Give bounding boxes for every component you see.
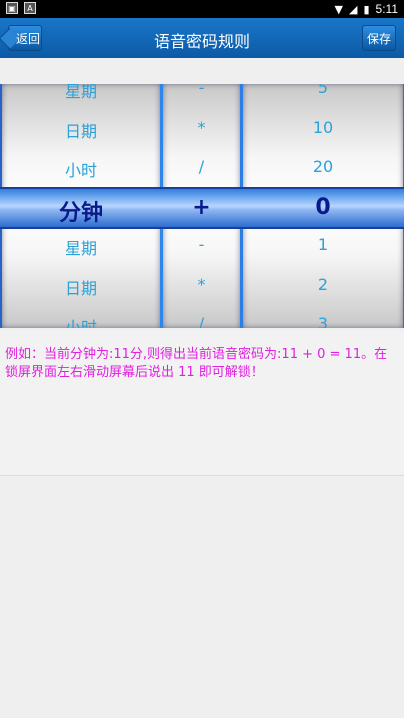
status-time: 5:11 bbox=[375, 2, 398, 16]
selection-band: 分钟 + 0 bbox=[0, 187, 404, 229]
notification-icon: ▣ bbox=[6, 2, 18, 14]
selected-operator[interactable]: + bbox=[163, 195, 240, 220]
example-box: 例如：当前分钟为:11分,则得出当前语音密码为:11 + 0 = 11。在锁屏界… bbox=[0, 330, 404, 476]
wheel-item[interactable]: * bbox=[163, 275, 240, 294]
notification-a-icon: A bbox=[24, 2, 36, 14]
wheel-item[interactable]: / bbox=[163, 157, 240, 176]
wheel-item[interactable]: 小时 bbox=[2, 157, 160, 181]
title-bar: 返回 语音密码规则 保存 bbox=[0, 18, 404, 58]
wheel-item[interactable]: - bbox=[163, 235, 240, 254]
wheel-item[interactable]: 20 bbox=[243, 157, 403, 176]
wheel-item[interactable]: 星期 bbox=[2, 84, 160, 102]
wheel-item[interactable]: 星期 bbox=[2, 235, 160, 259]
wheel-item[interactable]: 1 bbox=[243, 235, 403, 254]
wheel-item[interactable]: / bbox=[163, 314, 240, 328]
battery-icon: ▮ bbox=[363, 2, 370, 16]
selected-value[interactable]: 0 bbox=[243, 195, 403, 220]
page-title: 语音密码规则 bbox=[153, 32, 250, 51]
wheel-item[interactable]: 5 bbox=[243, 84, 403, 97]
cellular-icon: ◢ bbox=[349, 2, 358, 16]
wheel-item[interactable]: 小时 bbox=[2, 314, 160, 328]
wheel-item[interactable]: 10 bbox=[243, 118, 403, 137]
wheel-item[interactable]: - bbox=[163, 84, 240, 97]
wheel-item[interactable]: 日期 bbox=[2, 275, 160, 299]
wheel-item[interactable]: 3 bbox=[243, 314, 403, 328]
wheel-item[interactable]: * bbox=[163, 118, 240, 137]
wheel-item[interactable]: 日期 bbox=[2, 118, 160, 142]
example-text: 例如：当前分钟为:11分,则得出当前语音密码为:11 + 0 = 11。在锁屏界… bbox=[5, 347, 388, 380]
save-button[interactable]: 保存 bbox=[362, 25, 396, 51]
status-bar: ▣ A ▼ ◢ ▮ 5:11 bbox=[0, 0, 404, 18]
selected-unit[interactable]: 分钟 bbox=[2, 195, 160, 227]
password-rule-picker: 星期 日期 小时 星期 日期 小时 - * / - * / 5 10 20 1 … bbox=[0, 84, 404, 328]
signal-icon: ▼ bbox=[334, 2, 343, 16]
wheel-item[interactable]: 2 bbox=[243, 275, 403, 294]
